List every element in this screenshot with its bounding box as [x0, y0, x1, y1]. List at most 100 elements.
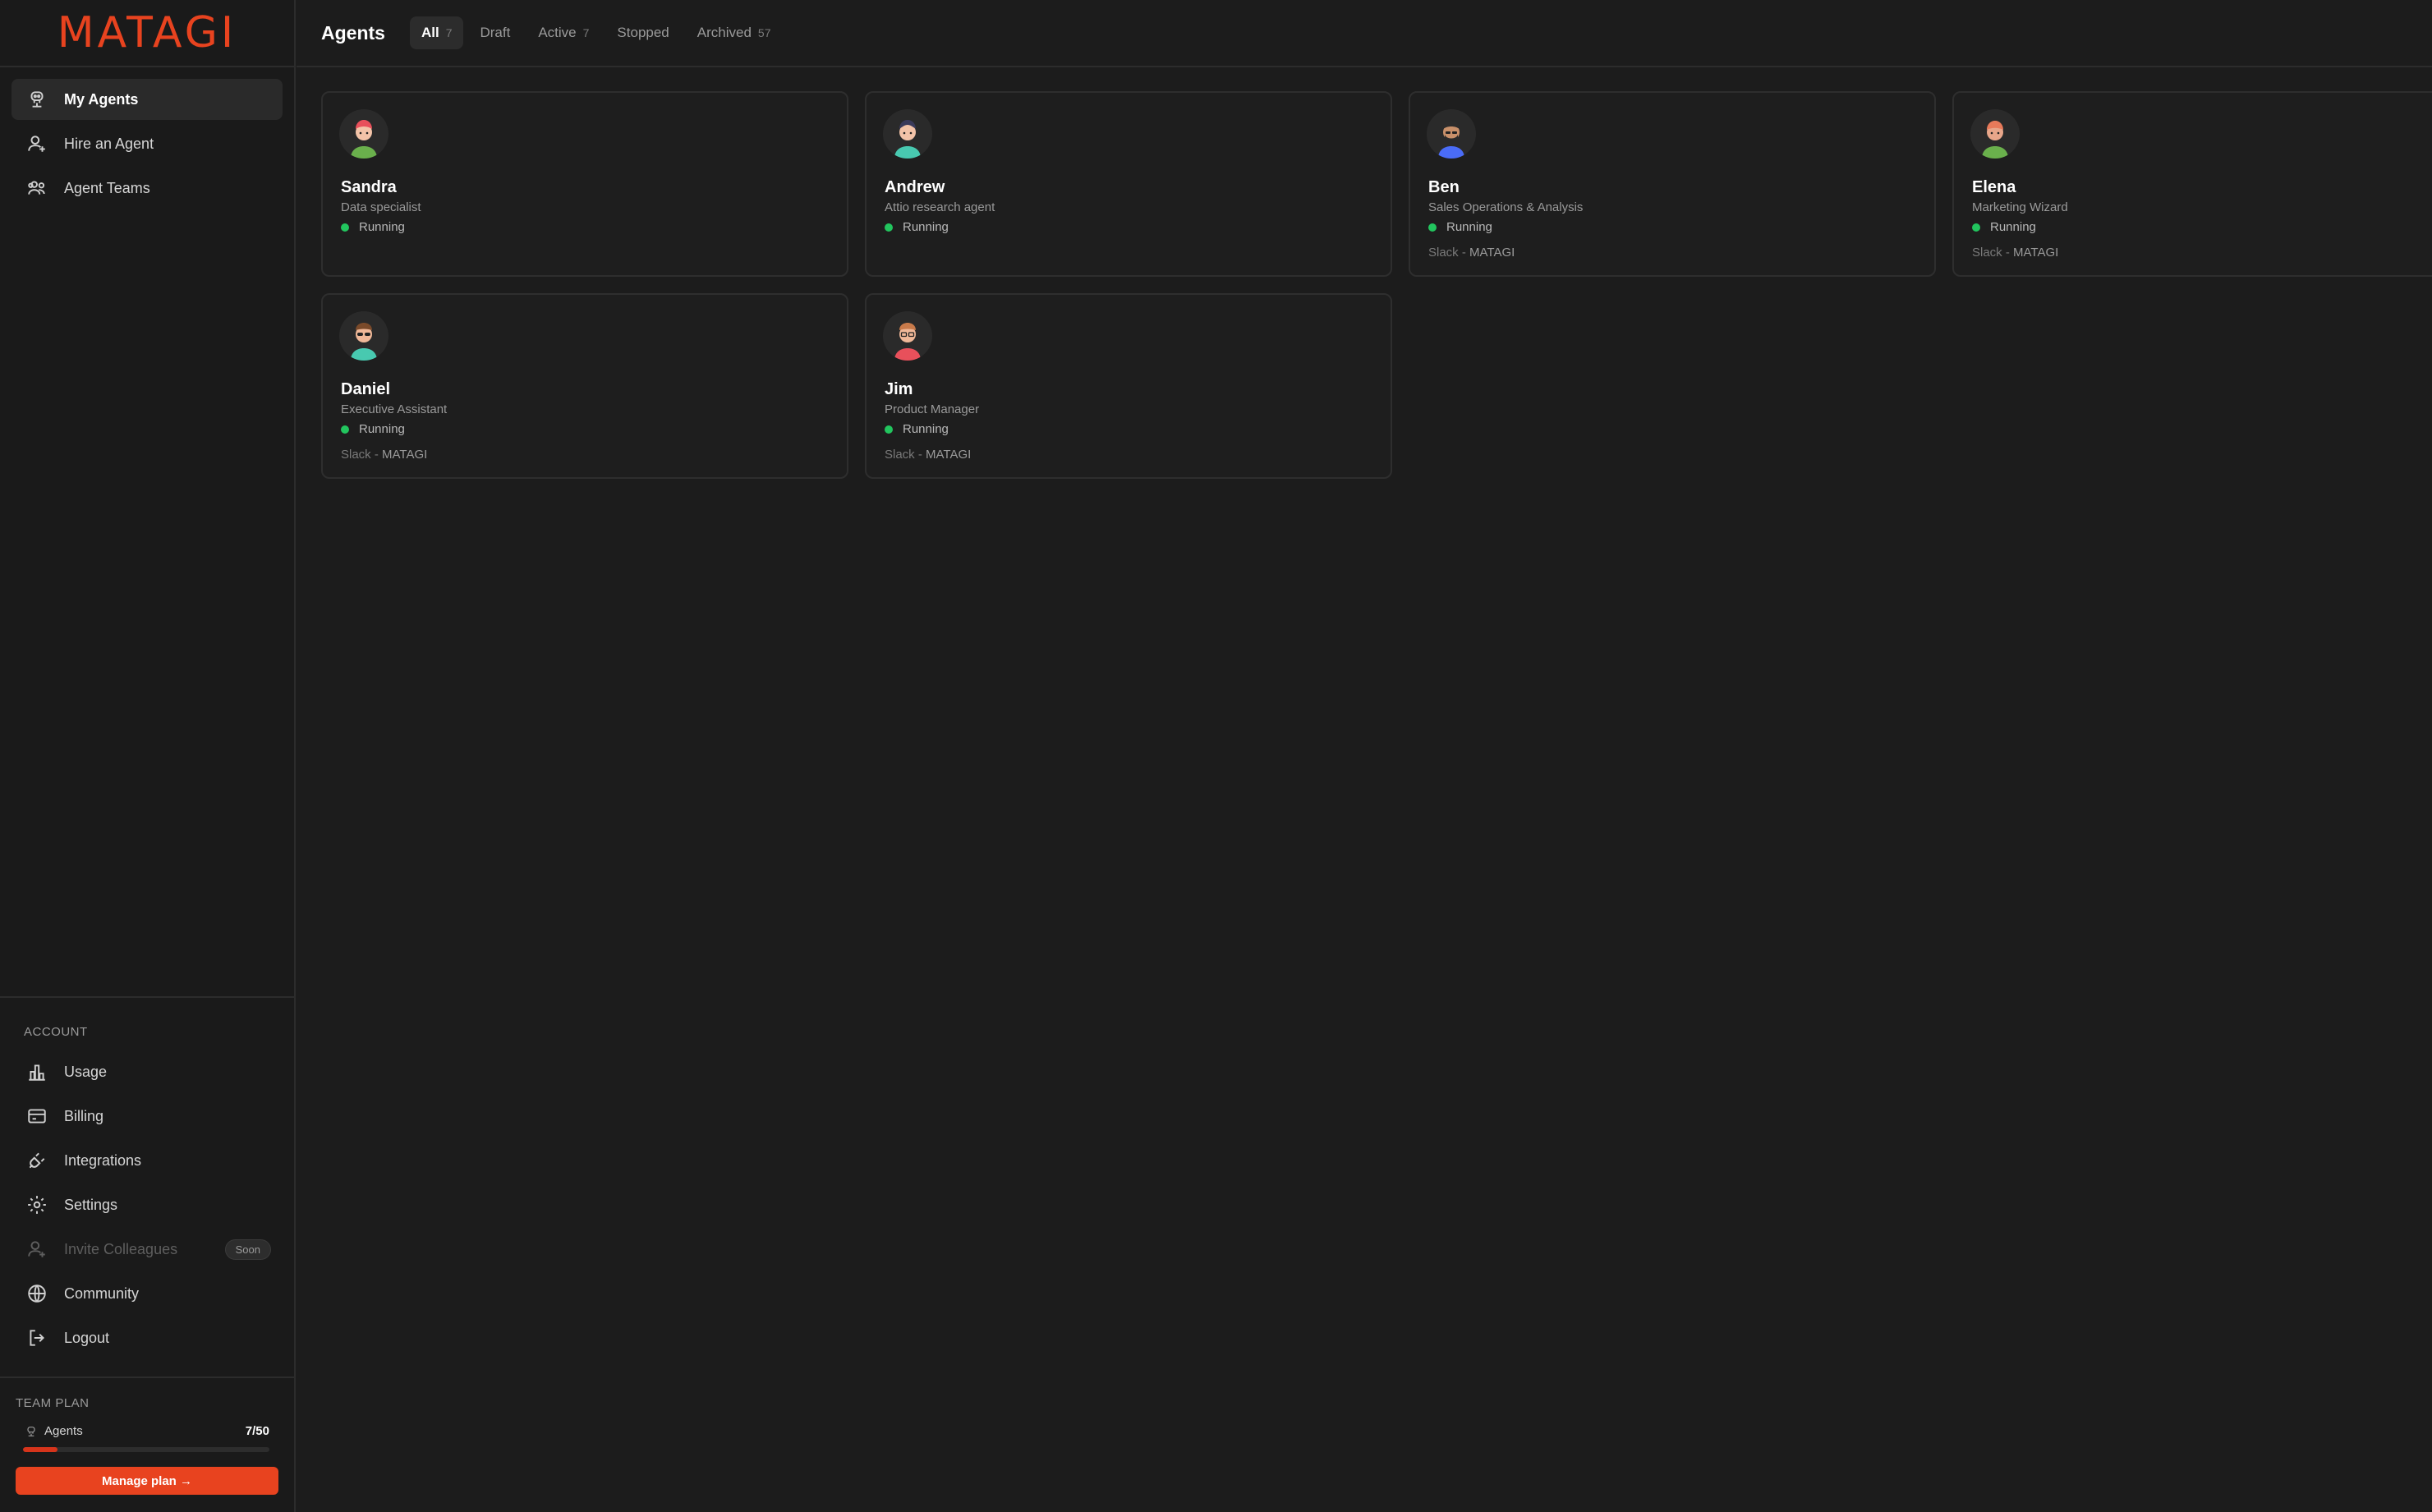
agent-integration: Slack - MATAGI — [1428, 246, 1515, 260]
logo[interactable]: MATAGI — [0, 0, 294, 67]
tab-stopped[interactable]: Stopped — [605, 16, 680, 49]
agent-name: Daniel — [341, 380, 391, 398]
status-text: Running — [359, 220, 405, 234]
divider — [0, 996, 294, 998]
status-text: Running — [903, 220, 949, 234]
avatar — [339, 311, 388, 361]
status-dot — [1972, 223, 1980, 232]
nav-label: Agent Teams — [64, 179, 150, 196]
agent-name: Ben — [1428, 178, 1460, 196]
agent-card-jim[interactable]: Jim Product Manager Running Slack - MATA… — [865, 293, 1392, 479]
nav-label: Usage — [64, 1063, 108, 1080]
agent-role: Executive Assistant — [341, 402, 448, 416]
tab-label: Active — [538, 25, 577, 40]
agent-card-andrew[interactable]: Andrew Attio research agent Running — [865, 91, 1392, 277]
tab-label: All — [421, 25, 439, 40]
agent-integration: Slack - MATAGI — [885, 448, 971, 462]
agent-role: Attio research agent — [885, 200, 995, 214]
status-text: Running — [903, 422, 949, 436]
plan-agents-label: Agents — [44, 1424, 83, 1438]
status-text: Running — [1446, 220, 1492, 234]
agent-card-sandra[interactable]: Sandra Data specialist Running — [321, 91, 848, 277]
agent-card-elena[interactable]: Elena Marketing Wizard Running Slack - M… — [1952, 91, 2432, 277]
status-dot — [341, 425, 349, 434]
agent-status: Running — [885, 220, 949, 234]
integration-workspace: MATAGI — [2013, 246, 2059, 260]
users-icon — [26, 177, 48, 199]
nav-logout[interactable]: Logout — [11, 1317, 283, 1358]
avatar — [1427, 109, 1476, 159]
agent-card-ben[interactable]: Ben Sales Operations & Analysis Running … — [1409, 91, 1936, 277]
logo-text: MATAGI — [57, 8, 237, 57]
nav-integrations[interactable]: Integrations — [11, 1140, 283, 1181]
nav-community[interactable]: Community — [11, 1273, 283, 1314]
agent-name: Sandra — [341, 178, 397, 196]
soon-badge: Soon — [224, 1239, 271, 1260]
gear-icon — [26, 1194, 48, 1216]
integration-prefix: Slack - — [885, 448, 926, 462]
tab-count: 7 — [582, 26, 590, 39]
nav-label: Settings — [64, 1196, 118, 1213]
status-text: Running — [359, 422, 405, 436]
agent-name: Andrew — [885, 178, 945, 196]
nav-label: Billing — [64, 1107, 104, 1124]
agent-role: Marketing Wizard — [1972, 200, 2068, 214]
page-header: Agents All 7 Draft Active 7 Stopped Arch… — [297, 0, 2432, 67]
nav-settings[interactable]: Settings — [11, 1184, 283, 1225]
nav-label: Integrations — [64, 1151, 142, 1169]
plan-usage-bar-fill — [23, 1447, 57, 1452]
agent-integration: Slack - MATAGI — [1972, 246, 2058, 260]
integration-workspace: MATAGI — [1469, 246, 1515, 260]
integration-prefix: Slack - — [1428, 246, 1470, 260]
tab-label: Archived — [696, 25, 752, 40]
agent-status: Running — [885, 422, 949, 436]
sidebar: MATAGI My Agents Hire an Agent Agent Tea… — [0, 0, 296, 1512]
agent-status: Running — [1972, 220, 2036, 234]
tab-draft[interactable]: Draft — [468, 16, 522, 49]
globe-icon — [26, 1283, 48, 1304]
avatar — [1970, 109, 2020, 159]
nav-my-agents[interactable]: My Agents — [11, 79, 283, 120]
nav-label: Logout — [64, 1329, 110, 1346]
tab-count: 57 — [757, 26, 771, 39]
divider — [0, 1376, 294, 1378]
agent-status: Running — [341, 220, 405, 234]
nav-label: Hire an Agent — [64, 135, 154, 152]
nav-label: Invite Colleagues — [64, 1240, 178, 1257]
agent-card-daniel[interactable]: Daniel Executive Assistant Running Slack… — [321, 293, 848, 479]
account-section-label: ACCOUNT — [24, 1025, 88, 1039]
tab-count: 7 — [445, 26, 453, 39]
status-dot — [885, 425, 893, 434]
nav-hire-an-agent[interactable]: Hire an Agent — [11, 123, 283, 164]
agent-name: Elena — [1972, 178, 2016, 196]
plug-icon — [26, 1150, 48, 1171]
tab-all[interactable]: All 7 — [409, 16, 464, 49]
agent-role: Sales Operations & Analysis — [1428, 200, 1584, 214]
logout-icon — [26, 1327, 48, 1349]
plan-usage-bar — [23, 1447, 269, 1452]
plan-agents-count: 7/50 — [245, 1424, 269, 1438]
status-dot — [1428, 223, 1437, 232]
nav-invite-colleagues: Invite Colleagues Soon — [11, 1229, 283, 1270]
agent-status: Running — [341, 422, 405, 436]
agent-role: Data specialist — [341, 200, 421, 214]
nav-agent-teams[interactable]: Agent Teams — [11, 168, 283, 209]
agent-name: Jim — [885, 380, 913, 398]
status-text: Running — [1990, 220, 2036, 234]
avatar — [883, 109, 932, 159]
nav-label: My Agents — [64, 90, 139, 108]
manage-plan-button[interactable]: Manage plan → — [16, 1467, 278, 1495]
nav-usage[interactable]: Usage — [11, 1051, 283, 1092]
primary-nav: My Agents Hire an Agent Agent Teams — [11, 79, 283, 212]
plan-agents-row: Agents 7/50 — [25, 1424, 269, 1438]
tab-label: Stopped — [617, 25, 669, 40]
tab-archived[interactable]: Archived 57 — [686, 16, 783, 49]
avatar — [883, 311, 932, 361]
plan-label: TEAM PLAN — [16, 1396, 90, 1410]
user-plus-icon — [26, 1239, 48, 1260]
tab-active[interactable]: Active 7 — [526, 16, 600, 49]
nav-billing[interactable]: Billing — [11, 1096, 283, 1137]
integration-workspace: MATAGI — [382, 448, 428, 462]
bar-chart-icon — [26, 1061, 48, 1082]
integration-prefix: Slack - — [1972, 246, 2014, 260]
